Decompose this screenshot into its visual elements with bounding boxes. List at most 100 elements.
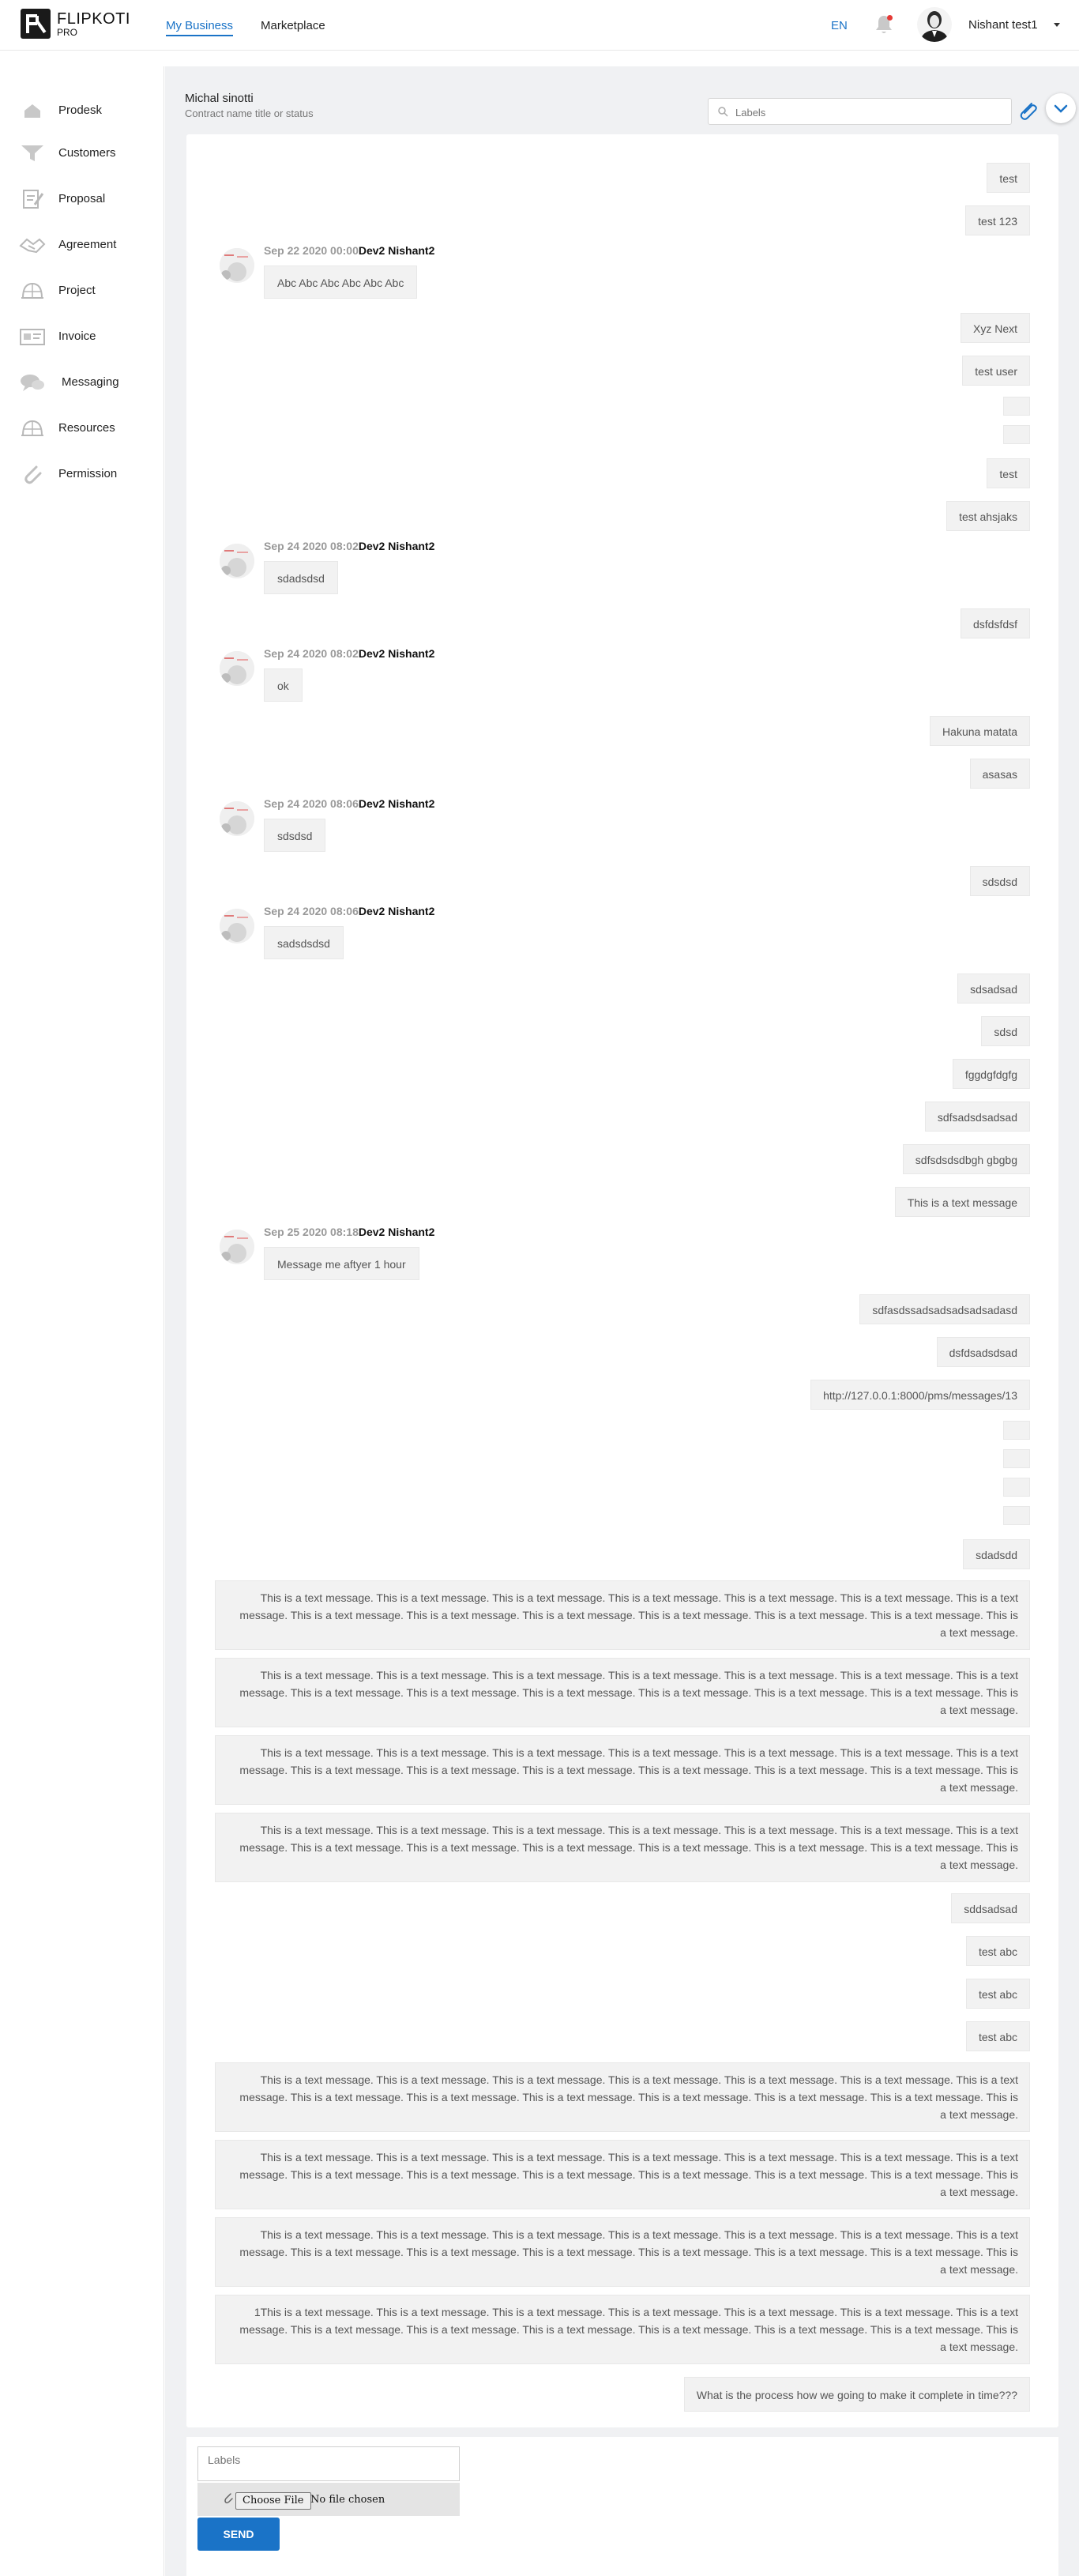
sidebar-item-project[interactable]: Project <box>0 273 164 307</box>
sent-message: sdsadsad <box>957 974 1030 1004</box>
contact-subtitle: Contract name title or status <box>185 107 314 119</box>
funnel-icon <box>21 145 43 161</box>
sender-avatar <box>220 801 254 836</box>
chevron-down-icon[interactable] <box>1054 23 1060 27</box>
received-message: Sep 24 2020 08:06Dev2 Nishant2 sadsdsdsd <box>215 902 847 966</box>
sent-long-message: This is a text message. This is a text m… <box>215 1658 1030 1727</box>
notification-bell-icon[interactable] <box>874 13 894 36</box>
sent-message: test abc <box>965 1936 1030 1966</box>
sent-message: test <box>987 458 1030 488</box>
sent-message: asasas <box>969 759 1030 789</box>
sent-message-link[interactable]: http://127.0.0.1:8000/pms/messages/13 <box>810 1380 1030 1410</box>
sidebar-item-label: Invoice <box>58 329 96 343</box>
search-icon <box>718 107 728 117</box>
received-bubble: sdadsdsd <box>264 561 338 594</box>
sender-avatar <box>220 909 254 943</box>
sent-message: test abc <box>965 1979 1030 2009</box>
sender-avatar <box>220 544 254 578</box>
message-meta: Sep 24 2020 08:06Dev2 Nishant2 <box>264 905 434 917</box>
sender-avatar <box>220 651 254 686</box>
sidebar-item-agreement[interactable]: Agreement <box>0 227 164 262</box>
handshake-icon <box>19 238 46 254</box>
notification-dot <box>887 15 893 21</box>
received-message: Sep 22 2020 00:00Dev2 Nishant2 Abc Abc A… <box>215 242 847 305</box>
sent-message: sdfsdsdsdbgh gbgbg <box>902 1144 1030 1174</box>
sent-message-empty <box>1003 1478 1030 1497</box>
sidebar-item-proposal[interactable]: Proposal <box>0 181 164 216</box>
sender-name: Dev2 Nishant2 <box>358 797 435 810</box>
message-timestamp: Sep 24 2020 08:06 <box>264 905 359 917</box>
choose-file-button[interactable]: Choose File <box>235 2492 311 2510</box>
sender-avatar <box>220 248 254 283</box>
sent-message: sdfasdssadsadsadsadsadasd <box>859 1294 1030 1324</box>
dome-icon <box>21 282 43 299</box>
sidebar-item-messaging[interactable]: Messaging <box>0 364 164 399</box>
sent-message: sdadsdd <box>963 1539 1030 1569</box>
send-button[interactable]: SEND <box>197 2518 280 2551</box>
sent-message-empty <box>1003 1421 1030 1440</box>
attach-paperclip-icon[interactable] <box>1016 100 1040 123</box>
language-switcher[interactable]: EN <box>831 19 848 32</box>
sidebar-item-label: Prodesk <box>58 103 103 117</box>
received-bubble: Abc Abc Abc Abc Abc Abc <box>264 266 418 299</box>
user-avatar[interactable] <box>917 7 952 42</box>
message-meta: Sep 24 2020 08:06Dev2 Nishant2 <box>264 797 434 810</box>
sent-message-empty <box>1003 1506 1030 1525</box>
tab-my-business[interactable]: My Business <box>166 19 234 36</box>
tab-marketplace[interactable]: Marketplace <box>261 19 325 32</box>
sidebar-item-label: Customers <box>58 145 116 160</box>
sent-message: test user <box>962 356 1030 386</box>
labels-search-input[interactable] <box>735 104 996 121</box>
collapse-toggle-button[interactable] <box>1046 93 1076 123</box>
sent-long-message: This is a text message. This is a text m… <box>215 1735 1030 1805</box>
sidebar-item-label: Resources <box>58 420 115 435</box>
sent-long-message: This is a text message. This is a text m… <box>215 2217 1030 2287</box>
sidebar-item-prodesk[interactable]: Prodesk <box>0 92 164 127</box>
logo-mark-icon <box>21 9 51 39</box>
message-thread[interactable]: test test 123 Sep 22 2020 00:00Dev2 Nish… <box>186 134 1058 2427</box>
sent-message: fggdgfdgfg <box>952 1059 1030 1089</box>
received-bubble: sadsdsdsd <box>264 926 344 959</box>
message-timestamp: Sep 25 2020 08:18 <box>264 1226 359 1238</box>
sent-long-message: This is a text message. This is a text m… <box>215 2062 1030 2132</box>
invoice-icon <box>20 329 45 345</box>
sidebar: Prodesk Customers Proposal Agreement Pro… <box>0 66 164 2576</box>
brand-logo[interactable]: FLIPKOTI PRO <box>21 9 130 39</box>
contact-name: Michal sinotti <box>185 92 254 105</box>
sent-long-message: This is a text message. This is a text m… <box>215 1580 1030 1650</box>
message-meta: Sep 24 2020 08:02Dev2 Nishant2 <box>264 647 434 660</box>
labels-search[interactable] <box>708 98 1012 125</box>
house-icon <box>24 104 40 118</box>
chevron-down-icon <box>1054 104 1068 113</box>
sidebar-item-invoice[interactable]: Invoice <box>0 318 164 353</box>
message-meta: Sep 25 2020 08:18Dev2 Nishant2 <box>264 1226 434 1238</box>
dome-icon <box>21 420 43 436</box>
message-meta: Sep 22 2020 00:00Dev2 Nishant2 <box>264 244 434 257</box>
sent-message: Hakuna matata <box>930 716 1030 746</box>
message-timestamp: Sep 22 2020 00:00 <box>264 244 359 257</box>
labels-input[interactable] <box>197 2446 460 2481</box>
sender-avatar <box>220 1230 254 1264</box>
sender-name: Dev2 Nishant2 <box>358 905 435 917</box>
sidebar-item-permission[interactable]: Permission <box>0 456 164 491</box>
sidebar-item-resources[interactable]: Resources <box>0 410 164 445</box>
sent-long-message: This is a text message. This is a text m… <box>215 2140 1030 2209</box>
file-status: No file chosen <box>310 2494 385 2506</box>
sidebar-item-label: Agreement <box>58 237 117 251</box>
sidebar-item-customers[interactable]: Customers <box>0 135 164 170</box>
top-navbar: FLIPKOTI PRO My Business Marketplace EN … <box>0 0 1079 51</box>
paperclip-icon <box>224 2493 233 2504</box>
conversation-header: Michal sinotti Contract name title or st… <box>185 71 1076 125</box>
sent-message: What is the process how we going to make… <box>683 2377 1030 2412</box>
sent-message: sdsd <box>981 1016 1030 1046</box>
message-timestamp: Sep 24 2020 08:02 <box>264 647 359 660</box>
user-name[interactable]: Nishant test1 <box>968 18 1038 32</box>
paperclip-icon <box>24 465 42 484</box>
brand-sub: PRO <box>57 26 78 38</box>
sender-name: Dev2 Nishant2 <box>358 1226 435 1238</box>
sent-message: dsfdsfdsf <box>960 608 1030 638</box>
received-bubble: Message me aftyer 1 hour <box>264 1247 419 1280</box>
sent-message-empty <box>1003 425 1030 444</box>
sent-message: test 123 <box>965 205 1030 235</box>
sent-message: This is a text message <box>894 1187 1030 1217</box>
